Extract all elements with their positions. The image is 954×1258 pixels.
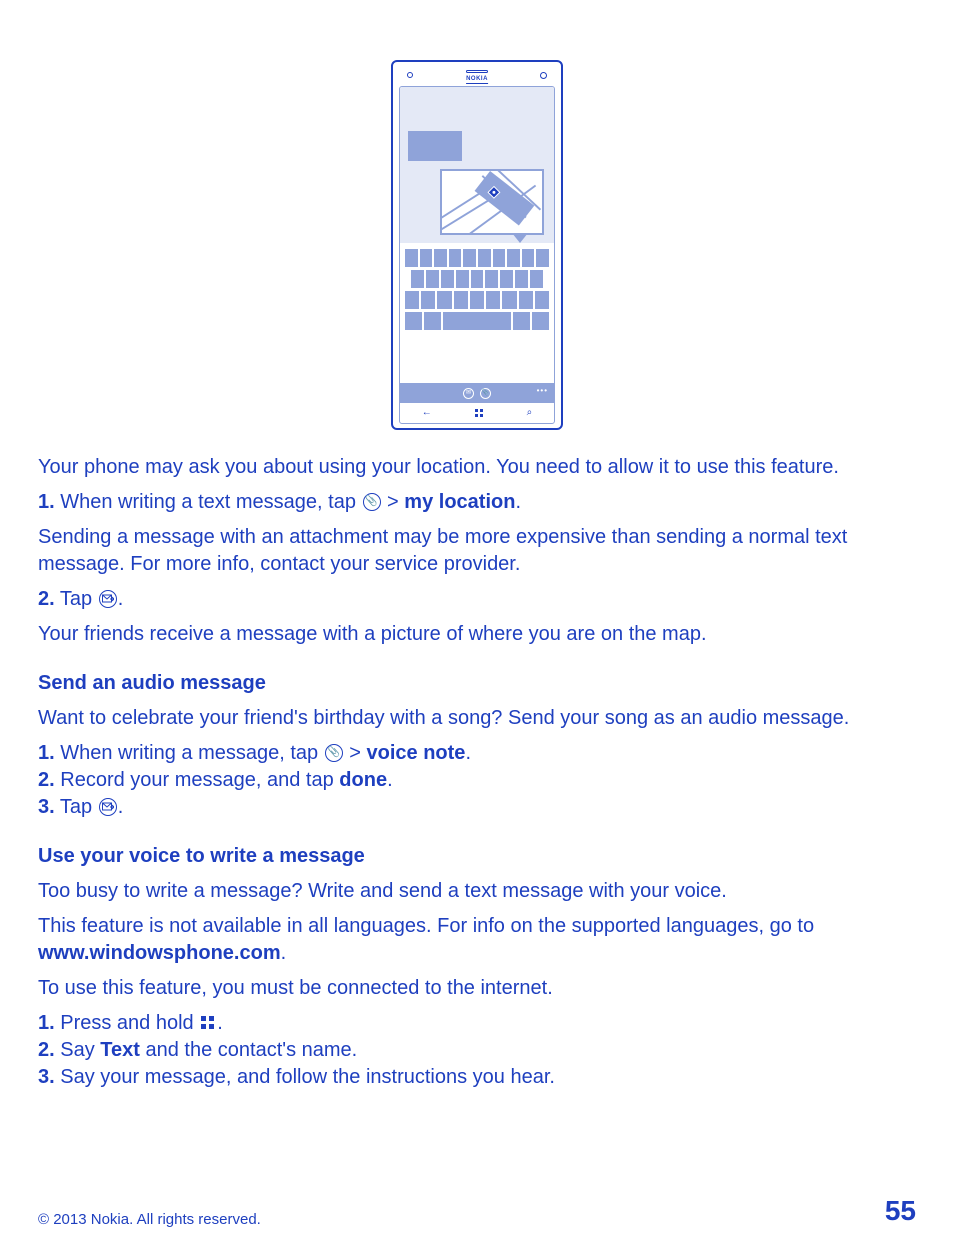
page-number: 55: [885, 1192, 916, 1230]
audio-step-3: 3. Tap .: [38, 794, 916, 821]
loc-result: Your friends receive a message with a pi…: [38, 621, 916, 648]
voice-step-1: 1. Press and hold .: [38, 1010, 916, 1037]
loc-step-2: 2. Tap .: [38, 586, 916, 613]
loc-note: Sending a message with an attachment may…: [38, 524, 916, 578]
voice-note: This feature is not available in all lan…: [38, 913, 916, 967]
intro-text: Your phone may ask you about using your …: [38, 454, 916, 481]
step-number: 1.: [38, 742, 55, 764]
step-number: 1.: [38, 491, 55, 513]
map-attachment: [440, 169, 544, 235]
phone-top: NOKIA: [397, 66, 557, 86]
windows-icon: [201, 1016, 215, 1030]
step-number: 2.: [38, 769, 55, 791]
voice-requirement: To use this feature, you must be connect…: [38, 975, 916, 1002]
text-command: Text: [100, 1039, 140, 1061]
audio-step-1: 1. When writing a message, tap 📎 > voice…: [38, 740, 916, 767]
copyright: © 2013 Nokia. All rights reserved.: [38, 1210, 261, 1230]
voice-steps: 1. Press and hold . 2. Say Text and the …: [38, 1010, 916, 1091]
page-footer: © 2013 Nokia. All rights reserved. 55: [0, 1192, 954, 1230]
page-content: NOKIA: [0, 0, 954, 1091]
step-number: 1.: [38, 1012, 55, 1034]
loc-step-1: 1. When writing a text message, tap 📎 > …: [38, 489, 916, 516]
phone-brand: NOKIA: [466, 75, 488, 84]
voice-step-3: 3. Say your message, and follow the inst…: [38, 1064, 916, 1091]
voice-step-2: 2. Say Text and the contact's name.: [38, 1037, 916, 1064]
step-number: 3.: [38, 796, 55, 818]
message-thread: [400, 87, 554, 243]
back-icon: ←: [422, 406, 432, 420]
attach-icon: 📎: [325, 744, 343, 762]
more-icon: •••: [537, 386, 548, 397]
voice-intro: Too busy to write a message? Write and s…: [38, 878, 916, 905]
step-number: 2.: [38, 588, 55, 610]
audio-steps: 1. When writing a message, tap 📎 > voice…: [38, 740, 916, 821]
send-icon: ✉: [463, 388, 474, 399]
done-label: done: [339, 769, 387, 791]
voice-note-label: voice note: [367, 742, 466, 764]
nav-bar: ← ⌕: [400, 403, 554, 423]
step-number: 3.: [38, 1066, 55, 1088]
send-icon: [99, 590, 117, 608]
app-bar: ✉ 📎 •••: [400, 383, 554, 403]
windows-icon: [475, 409, 483, 417]
audio-step-2: 2. Record your message, and tap done.: [38, 767, 916, 794]
audio-heading: Send an audio message: [38, 670, 916, 697]
my-location-label: my location: [404, 491, 515, 513]
contact-label: [408, 131, 462, 161]
phone-screen: ✉ 📎 ••• ← ⌕: [399, 86, 555, 424]
phone-frame: NOKIA: [391, 60, 563, 430]
search-icon: ⌕: [527, 406, 533, 420]
keyboard: [400, 243, 554, 383]
attach-icon: 📎: [480, 388, 491, 399]
audio-intro: Want to celebrate your friend's birthday…: [38, 705, 916, 732]
windowsphone-link[interactable]: www.windowsphone.com: [38, 942, 281, 964]
send-icon: [99, 798, 117, 816]
voice-heading: Use your voice to write a message: [38, 843, 916, 870]
step-number: 2.: [38, 1039, 55, 1061]
phone-illustration: NOKIA: [38, 60, 916, 430]
attach-icon: 📎: [363, 493, 381, 511]
